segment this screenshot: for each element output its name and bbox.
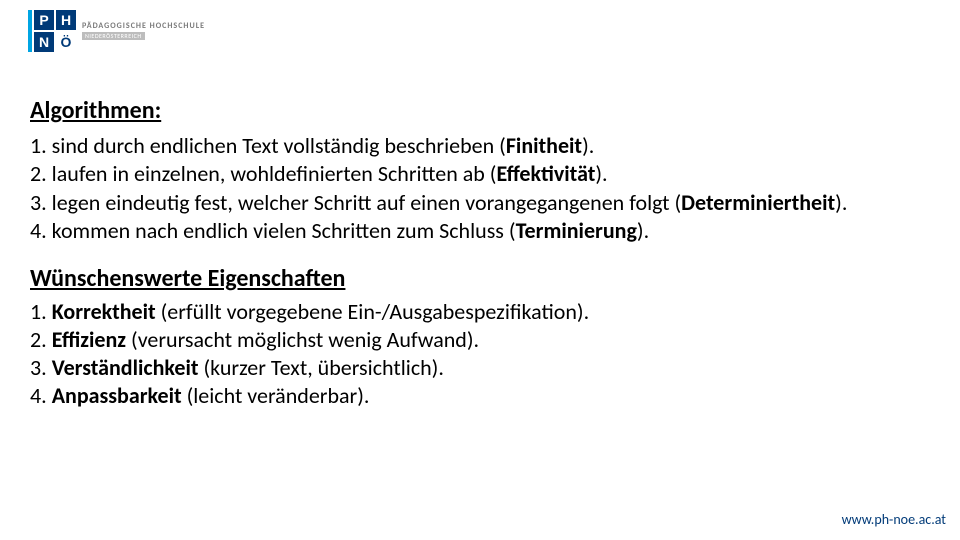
s1-item4-bold: Terminierung: [516, 217, 637, 244]
logo-letter-grid: P H N Ö: [34, 10, 76, 52]
s1-item4-pre: 4. kommen nach endlich vielen Schritten …: [30, 217, 516, 244]
s2-item3-post: (kurzer Text, übersichtlich).: [199, 354, 444, 381]
s2-item1-num: 1.: [30, 298, 52, 325]
logo-line2: NIEDERÖSTERREICH: [82, 32, 145, 40]
s1-item3-bold: Determiniertheit: [681, 189, 835, 216]
s1-item3-pre: 3. legen eindeutig fest, welcher Schritt…: [30, 189, 681, 216]
logo-accent-bar: [28, 10, 32, 52]
section1-body: 1. sind durch endlichen Text vollständig…: [30, 132, 930, 245]
s2-item2-num: 2.: [30, 326, 52, 353]
logo-cell-oe: Ö: [56, 32, 76, 52]
logo-cell-h: H: [56, 10, 76, 30]
slide-content: Algorithmen: 1. sind durch endlichen Tex…: [30, 95, 930, 429]
s2-item3-bold: Verständlichkeit: [52, 354, 199, 381]
s2-item2-post: (verursacht möglichst wenig Aufwand).: [126, 326, 479, 353]
s1-item3-post: ).: [835, 189, 847, 216]
s2-item4-bold: Anpassbarkeit: [52, 382, 182, 409]
logo-cell-n: N: [34, 32, 54, 52]
s1-item2-bold: Effektivität: [496, 160, 595, 187]
s1-item2-pre: 2. laufen in einzelnen, wohldefinierten …: [30, 160, 496, 187]
s2-item4-post: (leicht veränderbar).: [182, 382, 370, 409]
logo-line1: PÄDAGOGISCHE HOCHSCHULE: [82, 22, 205, 30]
s2-item3-num: 3.: [30, 354, 52, 381]
s1-item4-post: ).: [637, 217, 649, 244]
s1-item1-bold: Finitheit: [506, 132, 582, 159]
section2-body: 1. Korrektheit (erfüllt vorgegebene Ein-…: [30, 298, 930, 411]
section2-heading: Wünschenswerte Eigenschaften: [30, 263, 930, 294]
footer-url: www.ph-noe.ac.at: [842, 511, 946, 528]
s1-item2-post: ).: [595, 160, 607, 187]
s1-item1-pre: 1. sind durch endlichen Text vollständig…: [30, 132, 506, 159]
logo-cell-p: P: [34, 10, 54, 30]
s2-item4-num: 4.: [30, 382, 52, 409]
logo-wordmark: PÄDAGOGISCHE HOCHSCHULE NIEDERÖSTERREICH: [82, 22, 205, 40]
s2-item1-bold: Korrektheit: [52, 298, 156, 325]
section1-heading: Algorithmen:: [30, 95, 930, 126]
s2-item2-bold: Effizienz: [52, 326, 126, 353]
institution-logo: P H N Ö PÄDAGOGISCHE HOCHSCHULE NIEDERÖS…: [28, 10, 205, 52]
s1-item1-post: ).: [582, 132, 594, 159]
s2-item1-post: (erfüllt vorgegebene Ein-/Ausgabespezifi…: [156, 298, 589, 325]
